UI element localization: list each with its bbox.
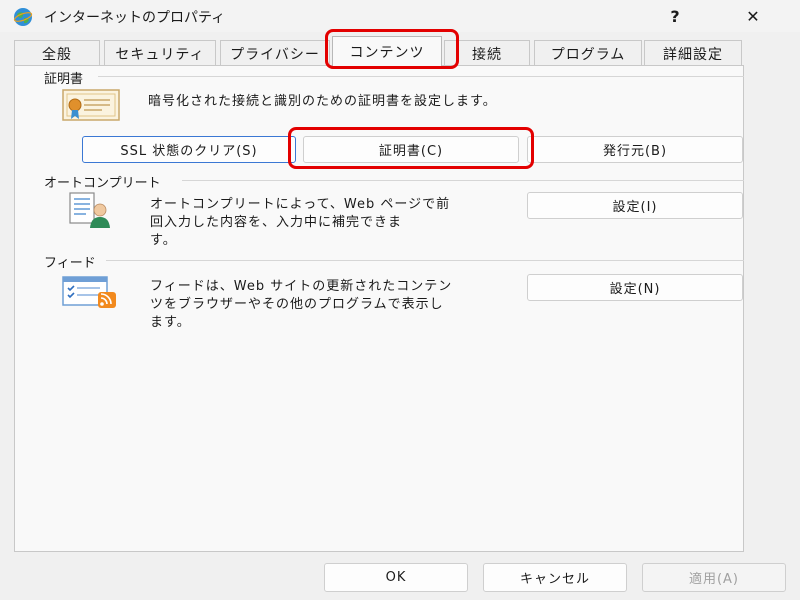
autocomplete-description-line1: オートコンプリートによって、Web ページで前 [150, 197, 451, 212]
certificates-description: 暗号化された接続と識別のための証明書を設定します。 [148, 94, 497, 109]
tab-security[interactable]: セキュリティ [104, 40, 216, 66]
help-button[interactable]: ? [652, 0, 698, 32]
apply-button[interactable]: 適用(A) [642, 563, 786, 592]
tab-strip: 全般 セキュリティ プライバシー コンテンツ 接続 プログラム 詳細設定 [14, 36, 744, 67]
publishers-button[interactable]: 発行元(B) [527, 136, 743, 163]
tab-general[interactable]: 全般 [14, 40, 100, 66]
certificates-heading: 証明書 [44, 72, 84, 87]
feeds-description-line1: フィードは、Web サイトの更新されたコンテン [150, 279, 453, 294]
window-title: インターネットのプロパティ [44, 10, 226, 26]
cancel-button[interactable]: キャンセル [483, 563, 627, 592]
tab-advanced[interactable]: 詳細設定 [644, 40, 742, 66]
certificates-button[interactable]: 証明書(C) [303, 136, 519, 163]
clear-ssl-state-button[interactable]: SSL 状態のクリア(S) [82, 136, 296, 163]
tab-privacy[interactable]: プライバシー [220, 40, 330, 66]
autocomplete-divider [182, 180, 744, 181]
autocomplete-description-line3: す。 [150, 233, 177, 248]
feeds-settings-button[interactable]: 設定(N) [527, 274, 743, 301]
feed-icon [62, 276, 120, 314]
certificates-divider [98, 76, 744, 77]
feeds-description-line3: ます。 [150, 315, 191, 330]
globe-icon [12, 6, 34, 28]
certificate-icon [62, 88, 120, 126]
tab-programs[interactable]: プログラム [534, 40, 642, 66]
title-bar: インターネットのプロパティ ? ✕ [0, 0, 800, 32]
feeds-description-line2: ツをブラウザーやその他のプログラムで表示し [150, 297, 444, 312]
close-button[interactable]: ✕ [730, 0, 776, 32]
ok-button[interactable]: OK [324, 563, 468, 592]
tab-content[interactable]: コンテンツ [332, 36, 442, 67]
autocomplete-heading: オートコンプリート [44, 176, 161, 191]
autocomplete-icon [68, 190, 114, 234]
autocomplete-settings-button[interactable]: 設定(I) [527, 192, 743, 219]
feeds-divider [106, 260, 744, 261]
feeds-heading: フィード [44, 256, 96, 271]
autocomplete-description-line2: 回入力した内容を、入力中に補完できま [150, 215, 403, 230]
tab-connections[interactable]: 接続 [444, 40, 530, 66]
